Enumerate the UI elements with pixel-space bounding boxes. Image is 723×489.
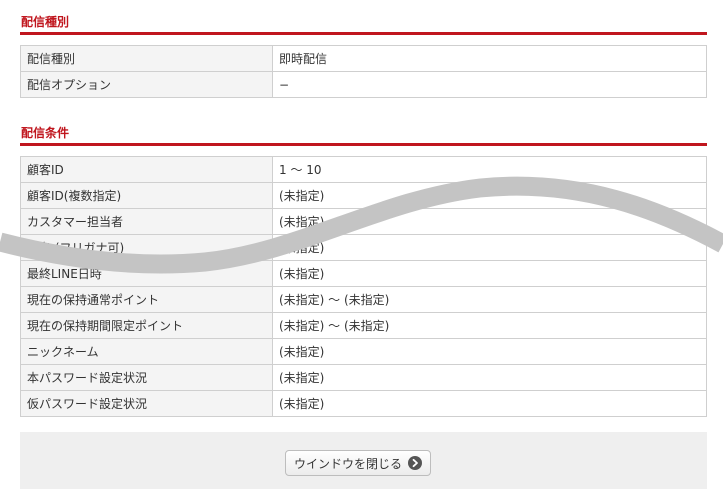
- row-value: −: [272, 71, 707, 98]
- delivery-type-table: 配信種別 即時配信 配信オプション −: [20, 45, 707, 98]
- row-label: 顧客ID: [20, 156, 273, 183]
- table-row: 顧客ID(複数指定) (未指定): [20, 182, 707, 209]
- row-label: ニックネーム: [20, 338, 273, 365]
- table-row: ニックネーム (未指定): [20, 338, 707, 365]
- table-row: 最終LINE日時 (未指定): [20, 260, 707, 287]
- row-value: (未指定): [272, 234, 707, 261]
- close-window-button-label: ウインドウを閉じる: [293, 456, 402, 471]
- row-label: カスタマー担当者: [20, 208, 273, 235]
- row-value: (未指定): [272, 182, 707, 209]
- row-label: 現在の保持期間限定ポイント: [20, 312, 273, 339]
- row-value: (未指定): [272, 364, 707, 391]
- row-label: 現在の保持通常ポイント: [20, 286, 273, 313]
- table-row: 配信オプション −: [20, 71, 707, 98]
- table-row: 顧客ID 1 ～ 10: [20, 156, 707, 183]
- row-value: (未指定): [272, 208, 707, 235]
- arrow-right-circle-icon: [408, 456, 422, 470]
- section-heading-delivery-conditions: 配信条件: [20, 124, 707, 146]
- row-value: (未指定): [272, 390, 707, 417]
- section-heading-delivery-type: 配信種別: [20, 13, 707, 35]
- row-value: (未指定): [272, 260, 707, 287]
- row-label: 配信種別: [20, 45, 273, 72]
- row-value: (未指定) ～ (未指定): [272, 286, 707, 313]
- delivery-conditions-section: 配信条件 顧客ID 1 ～ 10 顧客ID(複数指定) (未指定) カスタマー担…: [20, 124, 707, 417]
- row-label: 氏名 (フリガナ可): [20, 234, 273, 261]
- footer-bar: ウインドウを閉じる: [20, 432, 707, 489]
- table-row: 配信種別 即時配信: [20, 45, 707, 72]
- row-value: 1 ～ 10: [272, 156, 707, 183]
- table-row: 本パスワード設定状況 (未指定): [20, 364, 707, 391]
- table-row: カスタマー担当者 (未指定): [20, 208, 707, 235]
- row-label: 本パスワード設定状況: [20, 364, 273, 391]
- delivery-type-section: 配信種別 配信種別 即時配信 配信オプション −: [20, 13, 707, 98]
- table-row: 仮パスワード設定状況 (未指定): [20, 390, 707, 417]
- row-value: (未指定): [272, 338, 707, 365]
- row-label: 仮パスワード設定状況: [20, 390, 273, 417]
- table-row: 氏名 (フリガナ可) (未指定): [20, 234, 707, 261]
- table-row: 現在の保持期間限定ポイント (未指定) ～ (未指定): [20, 312, 707, 339]
- delivery-conditions-table: 顧客ID 1 ～ 10 顧客ID(複数指定) (未指定) カスタマー担当者 (未…: [20, 156, 707, 417]
- row-value: (未指定) ～ (未指定): [272, 312, 707, 339]
- row-label: 配信オプション: [20, 71, 273, 98]
- row-label: 最終LINE日時: [20, 260, 273, 287]
- close-window-button[interactable]: ウインドウを閉じる: [285, 450, 431, 476]
- table-row: 現在の保持通常ポイント (未指定) ～ (未指定): [20, 286, 707, 313]
- row-label: 顧客ID(複数指定): [20, 182, 273, 209]
- row-value: 即時配信: [272, 45, 707, 72]
